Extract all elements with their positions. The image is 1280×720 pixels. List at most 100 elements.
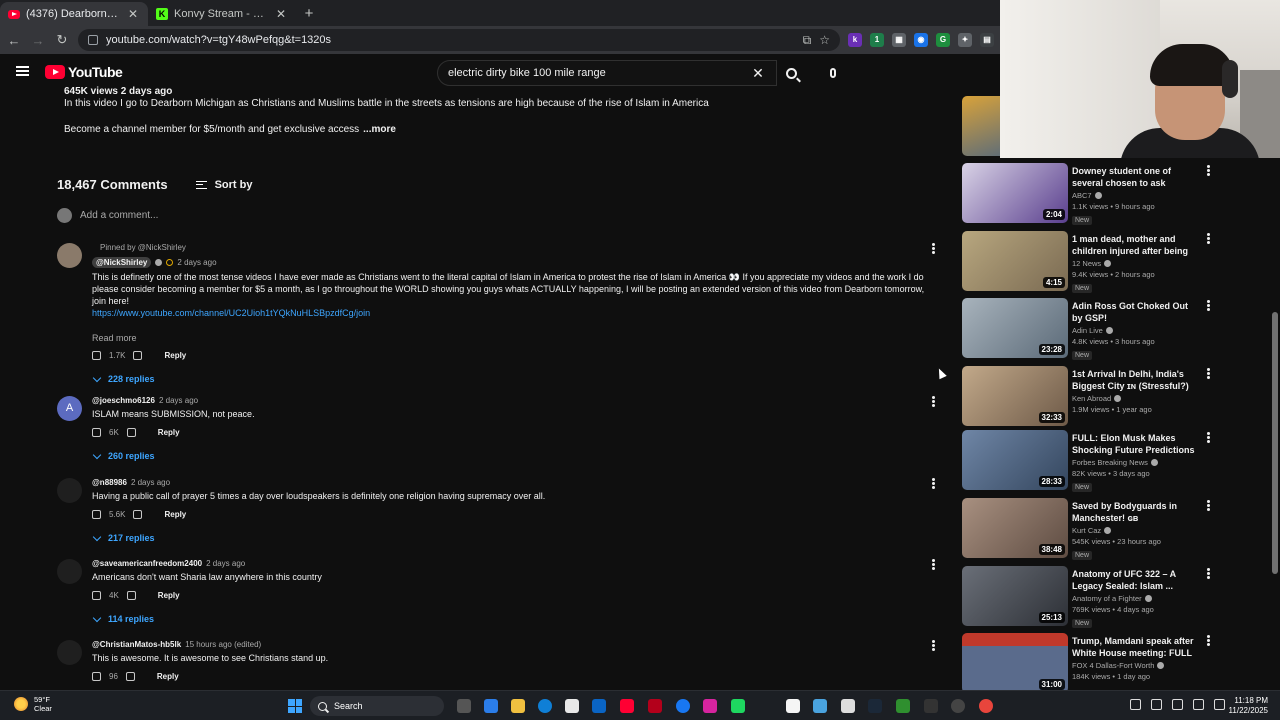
reply-button[interactable]: Reply <box>158 428 180 437</box>
channel-name[interactable]: Forbes Breaking News <box>1072 458 1148 467</box>
netflix-icon[interactable] <box>648 699 662 713</box>
close-tab-icon[interactable]: ✕ <box>126 7 140 21</box>
like-icon[interactable] <box>92 510 101 519</box>
video-title[interactable]: Anatomy of UFC 322 – A Legacy Sealed: Is… <box>1072 568 1198 592</box>
read-more-link[interactable]: Read more <box>92 333 932 343</box>
recommended-video[interactable]: 32:33 1st Arrival In Delhi, India's Bigg… <box>962 366 1212 430</box>
menu-icon[interactable] <box>16 66 29 76</box>
channel-name[interactable]: Kurt Caz <box>1072 526 1101 535</box>
epic-games-icon[interactable] <box>924 699 938 713</box>
youtube-logo[interactable]: YouTube <box>45 64 123 80</box>
comment-author[interactable]: @ChristianMatos-hb5lk <box>92 640 181 649</box>
obs-icon[interactable] <box>951 699 965 713</box>
avatar[interactable] <box>57 243 82 268</box>
taskbar-clock[interactable]: 11:18 PM 11/22/2025 <box>1222 696 1268 716</box>
extension-blue-icon[interactable]: ◉ <box>914 33 928 47</box>
recommended-video[interactable]: 2:04 Downey student one of several chose… <box>962 163 1212 227</box>
dislike-icon[interactable] <box>133 351 143 360</box>
chrome-icon[interactable] <box>979 699 993 713</box>
comment-time[interactable]: 2 days ago <box>131 478 170 487</box>
recommended-video[interactable]: 25:13 Anatomy of UFC 322 – A Legacy Seal… <box>962 566 1212 630</box>
channel-name[interactable]: Anatomy of a Fighter <box>1072 594 1142 603</box>
mail-icon[interactable] <box>592 699 606 713</box>
notion-icon[interactable] <box>841 699 855 713</box>
tray-expand-icon[interactable] <box>1130 699 1141 710</box>
channel-name[interactable]: ABC7 <box>1072 191 1092 200</box>
comment-time[interactable]: 2 days ago <box>177 258 216 267</box>
network-icon[interactable] <box>1151 699 1162 710</box>
display-icon[interactable] <box>1193 699 1204 710</box>
channel-name[interactable]: 12 News <box>1072 259 1101 268</box>
clear-search-icon[interactable]: ✕ <box>750 65 766 82</box>
video-thumbnail[interactable]: 25:13 <box>962 566 1068 626</box>
extension-menu-icon[interactable]: ▤ <box>980 33 994 47</box>
recommended-video[interactable]: 38:48 Saved by Bodyguards in Manchester!… <box>962 498 1212 562</box>
video-title[interactable]: Adin Ross Got Choked Out by GSP! <box>1072 300 1198 324</box>
video-menu-icon[interactable] <box>1207 368 1210 379</box>
extension-k-icon[interactable]: k <box>848 33 862 47</box>
avatar[interactable] <box>57 559 82 584</box>
comment-author[interactable]: @n88986 <box>92 478 127 487</box>
browser-tab-youtube[interactable]: (4376) Dearborn Michigan Has ✕ <box>0 2 148 26</box>
video-thumbnail[interactable]: 2:04 <box>962 163 1068 223</box>
site-info-icon[interactable] <box>88 35 98 45</box>
amazon-icon[interactable] <box>786 699 800 713</box>
dislike-icon[interactable] <box>126 591 136 600</box>
app-icon[interactable] <box>896 699 910 713</box>
dislike-icon[interactable] <box>133 510 143 519</box>
video-menu-icon[interactable] <box>1207 500 1210 511</box>
channel-name[interactable]: Ken Abroad <box>1072 394 1111 403</box>
comment-link[interactable]: https://www.youtube.com/channel/UC2Uioh1… <box>92 307 932 319</box>
like-icon[interactable] <box>92 591 101 600</box>
view-replies-button[interactable]: 217 replies <box>92 532 932 543</box>
recommended-video[interactable]: 28:33 FULL: Elon Musk Makes Shocking Fut… <box>962 430 1212 494</box>
recommended-video-partial[interactable] <box>962 96 1002 156</box>
close-tab-icon[interactable]: ✕ <box>274 7 288 21</box>
extension-puzzle-icon[interactable]: ✦ <box>958 33 972 47</box>
video-title[interactable]: FULL: Elon Musk Makes Shocking Future Pr… <box>1072 432 1198 456</box>
channel-name[interactable]: Adin Live <box>1072 326 1103 335</box>
comment-time[interactable]: 15 hours ago (edited) <box>185 640 261 649</box>
comment-author[interactable]: @joeschmo6126 <box>92 396 155 405</box>
copilot-icon[interactable] <box>484 699 498 713</box>
video-title[interactable]: Downey student one of several chosen to … <box>1072 165 1198 189</box>
recommended-video[interactable]: 31:00 Trump, Mamdani speak after White H… <box>962 633 1212 697</box>
like-icon[interactable] <box>92 351 101 360</box>
reply-button[interactable]: Reply <box>164 351 186 360</box>
video-thumbnail[interactable]: 32:33 <box>962 366 1068 426</box>
view-replies-button[interactable]: 114 replies <box>92 613 932 624</box>
video-thumbnail[interactable]: 23:28 <box>962 298 1068 358</box>
task-view-icon[interactable] <box>457 699 471 713</box>
comment-author[interactable]: @NickShirley <box>92 257 152 268</box>
windows-start-icon[interactable] <box>288 699 302 713</box>
video-description[interactable]: 645K views 2 days ago In this video I go… <box>64 86 709 135</box>
comment-menu-icon[interactable] <box>932 243 935 254</box>
recommended-video[interactable]: 23:28 Adin Ross Got Choked Out by GSP! A… <box>962 298 1212 362</box>
app-icon[interactable] <box>813 699 827 713</box>
weather-widget[interactable]: 59°F Clear <box>14 695 52 713</box>
youtube-app-icon[interactable] <box>620 699 634 713</box>
sort-by-button[interactable]: Sort by <box>195 179 252 191</box>
like-icon[interactable] <box>92 428 101 437</box>
video-title[interactable]: Trump, Mamdani speak after White House m… <box>1072 635 1198 659</box>
video-thumbnail[interactable]: 31:00 <box>962 633 1068 693</box>
video-title[interactable]: Saved by Bodyguards in Manchester! ɢʙ <box>1072 500 1198 524</box>
file-explorer-icon[interactable] <box>511 699 525 713</box>
dislike-icon[interactable] <box>126 428 136 437</box>
video-thumbnail[interactable]: 38:48 <box>962 498 1068 558</box>
reload-icon[interactable]: ↻ <box>54 32 70 48</box>
avatar[interactable] <box>57 640 82 665</box>
comment-menu-icon[interactable] <box>932 478 935 489</box>
taskbar-search[interactable]: Search <box>310 696 444 716</box>
reply-button[interactable]: Reply <box>164 510 186 519</box>
comment-menu-icon[interactable] <box>932 559 935 570</box>
recommended-video[interactable]: 4:15 1 man dead, mother and children inj… <box>962 231 1212 295</box>
like-icon[interactable] <box>92 672 101 681</box>
video-menu-icon[interactable] <box>1207 300 1210 311</box>
add-comment-box[interactable]: Add a comment... <box>57 208 158 223</box>
comment-menu-icon[interactable] <box>932 640 935 651</box>
view-replies-button[interactable]: 260 replies <box>92 450 932 461</box>
extension-grammarly-icon[interactable]: G <box>936 33 950 47</box>
facebook-icon[interactable] <box>676 699 690 713</box>
video-title[interactable]: 1 man dead, mother and children injured … <box>1072 233 1198 257</box>
